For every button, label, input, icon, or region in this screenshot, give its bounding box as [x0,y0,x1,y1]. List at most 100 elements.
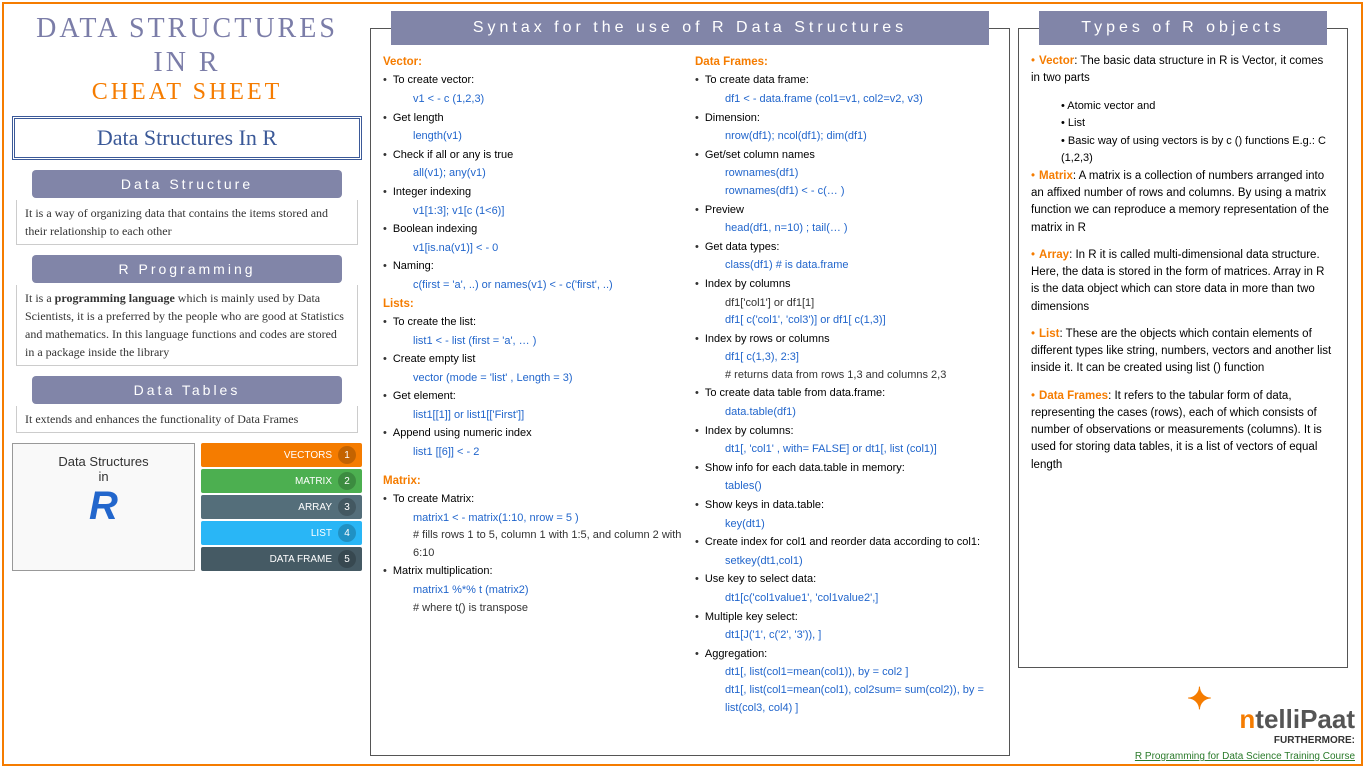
syntax-bullet: •Show info for each data.table in memory… [695,460,997,478]
syntax-code: setkey(dt1,col1) [725,553,997,571]
syntax-bullet: •Create index for col1 and reorder data … [695,534,997,552]
type-sub-bullet: • Basic way of using vectors is by c () … [1061,133,1335,168]
syntax-bullet: •To create vector: [383,72,685,90]
syntax-bullet: •Dimension: [695,110,997,128]
syntax-bullet: •Get data types: [695,239,997,257]
syntax-code: tables() [725,478,997,496]
syntax-code: matrix1 < - matrix(1:10, nrow = 5 ) [413,510,685,528]
syntax-comment: # where t() is transpose [413,600,685,618]
syntax-comment: # returns data from rows 1,3 and columns… [725,367,997,385]
syntax-code: c(first = 'a', ..) or names(v1) < - c('f… [413,277,685,295]
syntax-bullet: •Use key to select data: [695,571,997,589]
types-header: Types of R objects [1039,11,1327,45]
syntax-code: rownames(df1) [725,165,997,183]
type-item-array: •Array: In R it is called multi-dimensio… [1031,247,1335,316]
syntax-bullet: •Get element: [383,388,685,406]
syntax-code: data.table(df1) [725,404,997,422]
syntax-bullet: •Multiple key select: [695,609,997,627]
syntax-code: list1 [[6]] < - 2 [413,444,685,462]
syntax-content: Vector:•To create vector:v1 < - c (1,2,3… [371,29,1009,725]
ds-item-list: LIST4 [201,521,362,545]
ds-logo-box: Data Structuresin R [12,443,195,571]
syntax-heading: Vector: [383,53,685,71]
syntax-heading: Lists: [383,295,685,313]
syntax-code: key(dt1) [725,516,997,534]
syntax-header: Syntax for the use of R Data Structures [391,11,989,45]
footer-area: ✦ ntelliPaat FURTHERMORE: R Programming … [1135,704,1355,764]
ds-header: Data Structure [32,170,342,198]
syntax-bullet: •Index by columns: [695,423,997,441]
syntax-heading: Matrix: [383,472,685,490]
syntax-bullet: •Matrix multiplication: [383,563,685,581]
type-item-vector: •Vector: The basic data structure in R i… [1031,53,1335,88]
syntax-left: Vector:•To create vector:v1 < - c (1,2,3… [383,53,685,717]
ds-item-matrix: MATRIX2 [201,469,362,493]
syntax-code: dt1[J('1', c('2', '3')), ] [725,627,997,645]
syntax-code: class(df1) # is data.frame [725,257,997,275]
syntax-bullet: •Create empty list [383,351,685,369]
ds-item-data-frame: DATA FRAME5 [201,547,362,571]
syntax-code: nrow(df1); ncol(df1); dim(df1) [725,128,997,146]
syntax-code: dt1[, 'col1' , with= FALSE] or dt1[, lis… [725,441,997,459]
type-item-list: •List: These are the objects which conta… [1031,326,1335,378]
r-logo: R [23,484,184,529]
syntax-code: length(v1) [413,128,685,146]
type-sub-bullet: • List [1061,115,1335,133]
syntax-bullet: •Index by columns [695,276,997,294]
title-line3: CHEAT SHEET [12,79,362,106]
syntax-bullet: •Append using numeric index [383,425,685,443]
syntax-code: df1 < - data.frame (col1=v1, col2=v2, v3… [725,91,997,109]
syntax-heading: Data Frames: [695,53,997,71]
course-link[interactable]: R Programming for Data Science Training … [1135,751,1355,762]
syntax-bullet: •Integer indexing [383,184,685,202]
star-icon: ✦ [1187,682,1212,717]
title-line2: IN R [12,46,362,80]
syntax-code: list1 < - list (first = 'a', … ) [413,333,685,351]
ds-box-title: Data Structuresin [23,454,184,484]
syntax-bullet: •Get/set column names [695,147,997,165]
syntax-comment: # fills rows 1 to 5, column 1 with 1:5, … [413,527,685,562]
syntax-code: dt1[, list(col1=mean(col1), col2sum= sum… [725,682,997,717]
ds-type-list: VECTORS1MATRIX2ARRAY3LIST4DATA FRAME5 [201,443,362,571]
furthermore-label: FURTHERMORE: [1135,735,1355,746]
bottom-diagram: Data Structuresin R VECTORS1MATRIX2ARRAY… [12,443,362,571]
syntax-code: v1[1:3]; v1[c (1<6)] [413,203,685,221]
middle-column: Syntax for the use of R Data Structures … [370,12,1010,756]
syntax-bullet: •Index by rows or columns [695,331,997,349]
rp-header: R Programming [32,255,342,283]
syntax-right: Data Frames:•To create data frame:df1 < … [695,53,997,717]
syntax-code: df1[ c('col1', 'col3')] or df1[ c(1,3)] [725,312,997,330]
type-sub-bullet: • Atomic vector and [1061,98,1335,116]
syntax-code: all(v1); any(v1) [413,165,685,183]
ds-item-vectors: VECTORS1 [201,443,362,467]
page-container: DATA STRUCTURES IN R CHEAT SHEET Data St… [2,2,1363,766]
syntax-bullet: •To create data frame: [695,72,997,90]
types-content: •Vector: The basic data structure in R i… [1019,29,1347,492]
syntax-bullet: •Check if all or any is true [383,147,685,165]
section-data-tables: Data Tables It extends and enhances the … [12,372,362,433]
syntax-code: rownames(df1) < - c(… ) [725,183,997,201]
rp-text: It is a programming language which is ma… [16,285,358,366]
syntax-bullet: •Get length [383,110,685,128]
right-column: Types of R objects •Vector: The basic da… [1018,12,1348,756]
syntax-bullet: •To create the list: [383,314,685,332]
syntax-code: list1[[1]] or list1[['First']] [413,407,685,425]
syntax-code: v1 < - c (1,2,3) [413,91,685,109]
syntax-bullet: •Aggregation: [695,646,997,664]
syntax-bullet: •Show keys in data.table: [695,497,997,515]
syntax-bullet: •Naming: [383,258,685,276]
section-r-programming: R Programming It is a programming langua… [12,251,362,366]
syntax-comment: df1['col1'] or df1[1] [725,295,997,313]
types-panel: Types of R objects •Vector: The basic da… [1018,28,1348,668]
subtitle-box: Data Structures In R [12,116,362,160]
syntax-code: matrix1 %*% t (matrix2) [413,582,685,600]
dt-text: It extends and enhances the functionalit… [16,406,358,433]
syntax-bullet: •To create data table from data.frame: [695,385,997,403]
brand-logo: ✦ ntelliPaat [1135,704,1355,735]
syntax-code: v1[is.na(v1)] < - 0 [413,240,685,258]
syntax-bullet: •To create Matrix: [383,491,685,509]
syntax-bullet: •Preview [695,202,997,220]
ds-text: It is a way of organizing data that cont… [16,200,358,245]
syntax-code: df1[ c(1,3), 2:3] [725,349,997,367]
syntax-bullet: •Boolean indexing [383,221,685,239]
